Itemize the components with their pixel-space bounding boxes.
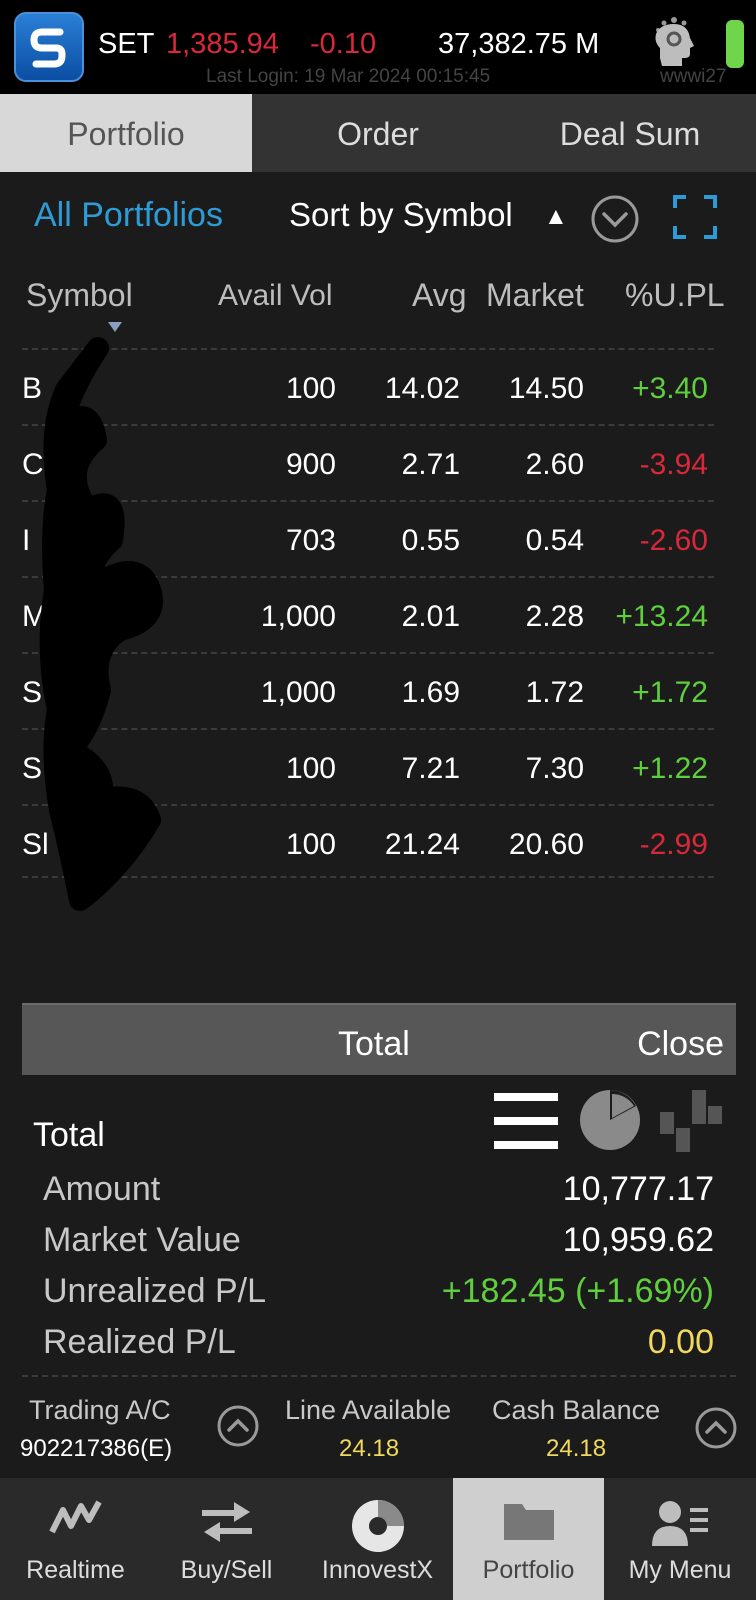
cell-market: 1.72 (525, 676, 584, 709)
nav-label: Realtime (26, 1556, 125, 1584)
cell-avail-vol: 100 (285, 828, 336, 861)
close-button[interactable]: Close (637, 1025, 724, 1064)
section-divider (22, 1375, 736, 1377)
nav-label: Buy/Sell (180, 1556, 273, 1584)
cell-market: 0.54 (525, 524, 584, 557)
cell-avail-vol: 100 (285, 752, 336, 785)
cell-avail-vol: 703 (285, 524, 336, 557)
index-value: 1,385.94 (166, 28, 279, 60)
nav-buy-sell[interactable]: Buy/Sell (151, 1478, 302, 1600)
last-login-text: Last Login: 19 Mar 2024 00:15:45 (206, 66, 491, 87)
app-logo-icon[interactable] (14, 12, 84, 82)
innovestx-icon (350, 1498, 406, 1559)
cell-upl: -2.99 (639, 828, 708, 861)
cell-upl: -2.60 (639, 524, 708, 557)
line-available-label: Line Available (285, 1395, 452, 1425)
index-change: -0.10 (310, 28, 377, 60)
list-view-icon[interactable] (494, 1093, 558, 1154)
cash-balance-value: 24.18 (546, 1435, 607, 1462)
col-header-avail-vol[interactable]: Avail Vol (218, 279, 333, 313)
total-bar-title: Total (338, 1025, 410, 1063)
line-available-value: 24.18 (339, 1435, 400, 1462)
cell-avail-vol: 1,000 (260, 600, 336, 633)
trading-account-value[interactable]: 902217386(E) (20, 1435, 172, 1463)
cell-avg: 2.71 (401, 448, 460, 481)
nav-my-menu[interactable]: My Menu (604, 1478, 756, 1600)
col-header-upl[interactable]: %U.PL (625, 277, 725, 314)
bottom-nav: Realtime Buy/Sell InnovestX Portfolio My… (0, 1478, 756, 1600)
index-name: SET (98, 28, 155, 60)
main-tabs: Portfolio Order Deal Sum (0, 94, 756, 172)
tab-portfolio[interactable]: Portfolio (0, 94, 252, 172)
cell-avg: 7.21 (401, 752, 460, 785)
sort-direction-icon[interactable]: ▲ (544, 203, 568, 231)
cell-market: 7.30 (525, 752, 584, 785)
cell-avail-vol: 900 (285, 448, 336, 481)
fullscreen-icon[interactable] (672, 194, 718, 245)
realized-pl-label: Realized P/L (43, 1323, 236, 1361)
market-value-label: Market Value (43, 1221, 241, 1259)
cell-upl: +13.24 (615, 600, 708, 633)
nav-label: InnovestX (321, 1556, 434, 1584)
cell-avg: 1.69 (401, 676, 460, 709)
cell-avg: 2.01 (401, 600, 460, 633)
cell-market: 14.50 (508, 372, 584, 405)
col-header-symbol[interactable]: Symbol (26, 277, 133, 314)
amount-value: 10,777.17 (562, 1170, 714, 1208)
bar-chart-icon[interactable] (660, 1090, 724, 1159)
cell-upl: +1.72 (632, 676, 708, 709)
nav-realtime[interactable]: Realtime (0, 1478, 151, 1600)
chart-line-icon (48, 1498, 103, 1543)
cell-avg: 21.24 (384, 828, 460, 861)
battery-icon (726, 20, 744, 68)
cell-upl: +1.22 (632, 752, 708, 785)
market-volume: 37,382.75 M (438, 28, 600, 60)
user-menu-icon (650, 1498, 710, 1553)
user-code: wwwi27 (660, 66, 727, 87)
cell-upl: -3.94 (639, 448, 708, 481)
cell-market: 2.28 (525, 600, 584, 633)
tab-order[interactable]: Order (252, 94, 504, 172)
chevron-up-icon[interactable] (216, 1404, 260, 1453)
nav-innovestx[interactable]: InnovestX (302, 1478, 453, 1600)
cell-avg: 0.55 (401, 524, 460, 557)
unrealized-pl-label: Unrealized P/L (43, 1272, 267, 1310)
chevron-down-icon[interactable] (590, 194, 640, 249)
total-title: Total (33, 1116, 105, 1154)
cash-balance-label: Cash Balance (492, 1395, 661, 1425)
col-header-avg[interactable]: Avg (412, 277, 467, 314)
total-panel-bar: Total Close (22, 1003, 736, 1075)
trading-account-label: Trading A/C (29, 1395, 171, 1425)
portfolio-selector[interactable]: All Portfolios (34, 196, 223, 235)
unrealized-pl-value: +182.45 (+1.69%) (441, 1272, 714, 1310)
cell-market: 20.60 (508, 828, 584, 861)
cell-avail-vol: 1,000 (260, 676, 336, 709)
cell-upl: +3.40 (632, 372, 708, 405)
pie-chart-icon[interactable] (578, 1088, 642, 1157)
nav-label: My Menu (628, 1556, 732, 1584)
col-header-market[interactable]: Market (486, 277, 584, 314)
market-value-value: 10,959.62 (562, 1221, 714, 1259)
realized-pl-value: 0.00 (647, 1323, 714, 1361)
cell-market: 2.60 (525, 448, 584, 481)
profile-head-icon[interactable] (650, 12, 698, 73)
top-header: SET 1,385.94 -0.10 37,382.75 M Last Logi… (0, 0, 756, 94)
nav-label: Portfolio (482, 1556, 575, 1584)
redaction-scribble (39, 337, 163, 911)
buy-sell-icon (200, 1498, 254, 1547)
nav-portfolio[interactable]: Portfolio (453, 1478, 604, 1600)
tab-deal-sum[interactable]: Deal Sum (504, 94, 756, 172)
cell-avg: 14.02 (384, 372, 460, 405)
chevron-up-icon[interactable] (694, 1406, 738, 1455)
cell-avail-vol: 100 (285, 372, 336, 405)
sort-selector[interactable]: Sort by Symbol (289, 196, 513, 234)
folder-icon (502, 1498, 556, 1547)
amount-label: Amount (43, 1170, 161, 1208)
